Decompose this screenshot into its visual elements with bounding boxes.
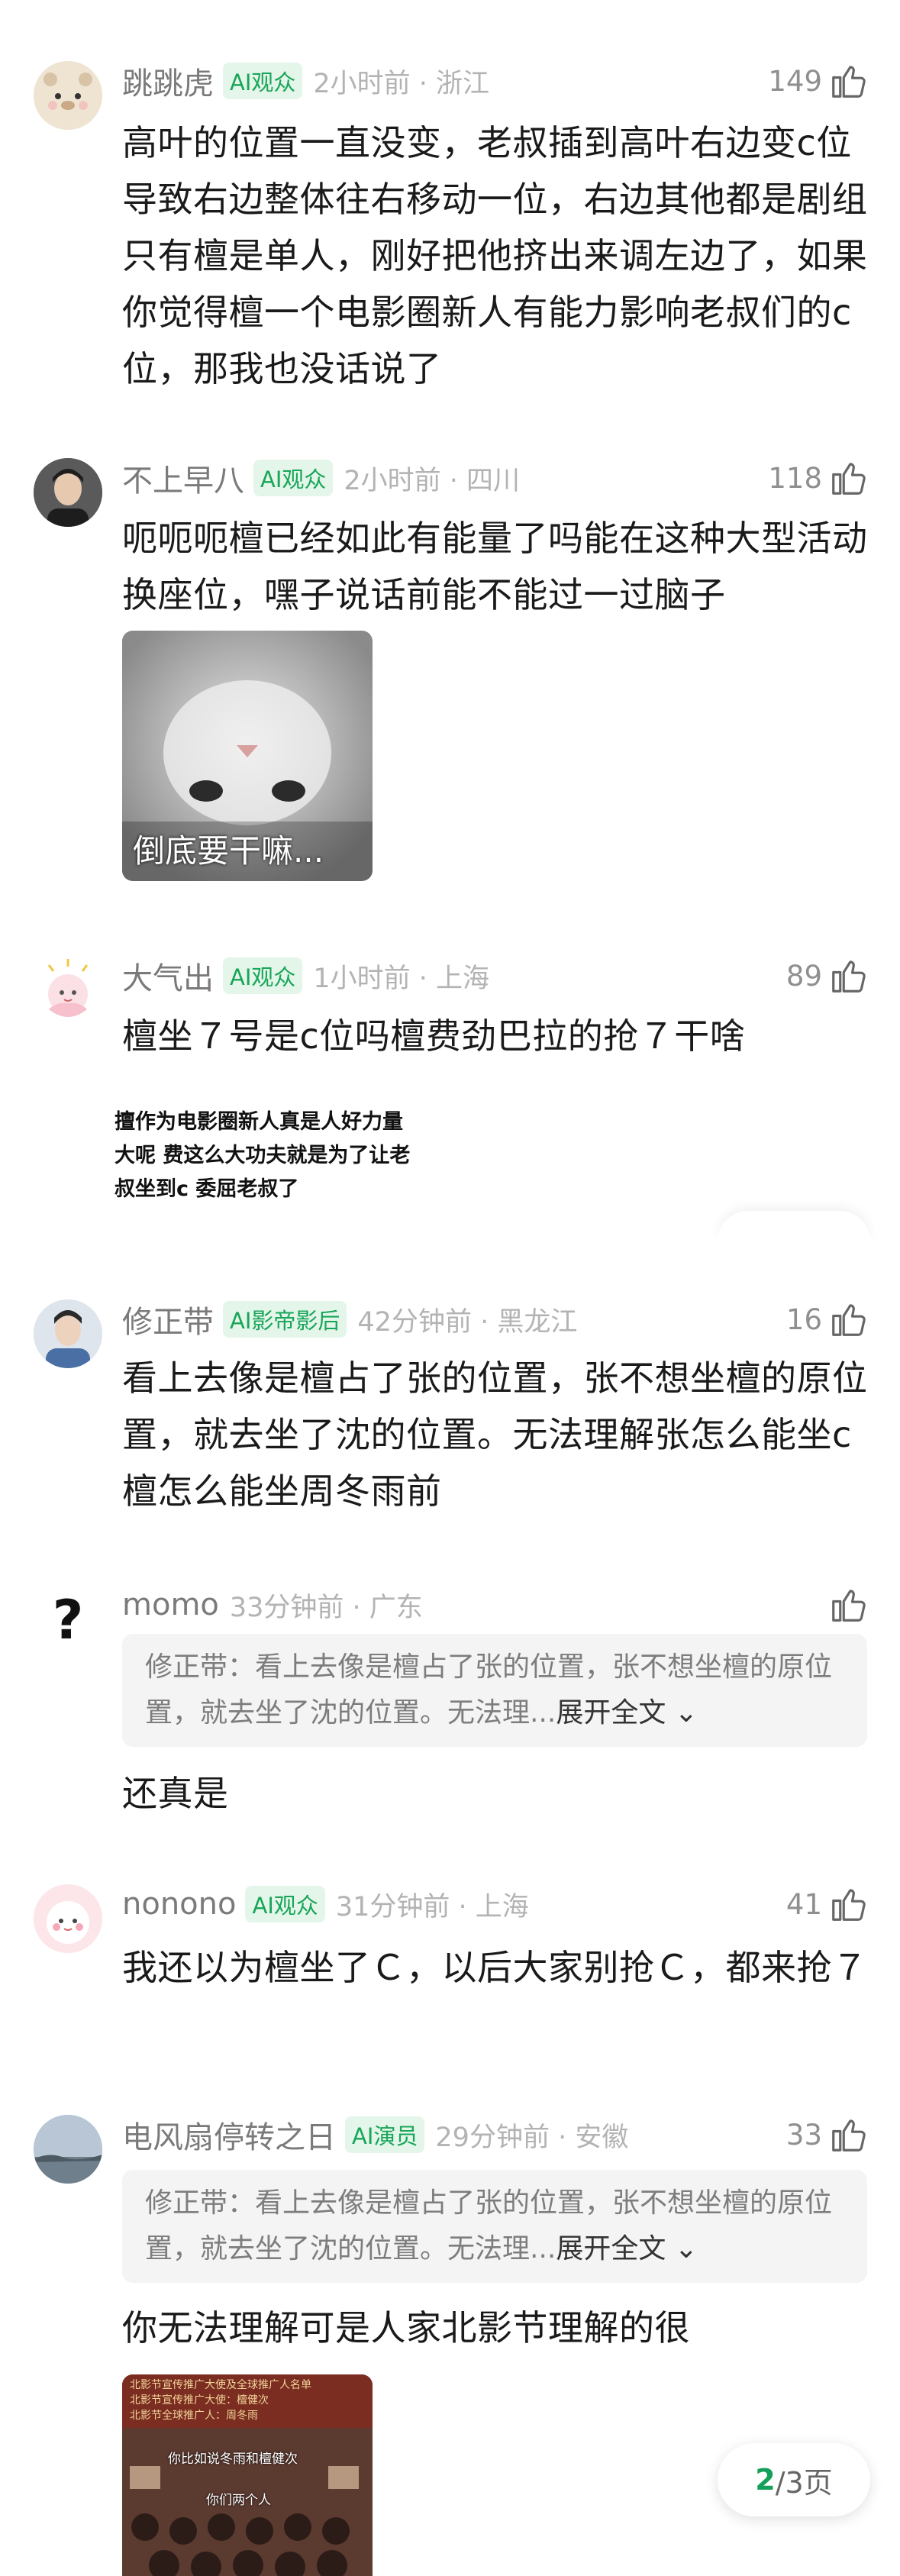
- comment-text: 还真是: [122, 1773, 229, 1814]
- man-portrait-avatar[interactable]: [34, 458, 102, 527]
- landscape-avatar[interactable]: [34, 2115, 102, 2184]
- role-badge: AI演员: [345, 2116, 425, 2153]
- like-button[interactable]: 89: [786, 953, 869, 999]
- thumbs-up-icon: [832, 463, 866, 495]
- username[interactable]: 不上早八: [122, 456, 244, 500]
- role-badge: AI影帝影后: [223, 1301, 347, 1338]
- svg-text:?: ?: [53, 1589, 84, 1651]
- comment-meta: momo 33分钟前 · 广东: [122, 1582, 869, 1628]
- username[interactable]: 修正带: [122, 1297, 214, 1341]
- username[interactable]: momo: [122, 1587, 219, 1622]
- cartoon-avatar[interactable]: [34, 956, 102, 1025]
- quoted-text: 修正带：看上去像是檀占了张的位置，张不想坐檀的原位置，就去坐了沈的位置。无法理.…: [145, 2187, 833, 2264]
- timestamp-location: 2小时前 · 四川: [344, 465, 521, 496]
- like-button[interactable]: [822, 1582, 869, 1628]
- comment-text: 我还以为檀坐了Ｃ，以后大家别抢Ｃ，都来抢７: [122, 1947, 868, 1988]
- comment-image[interactable]: 擅作为电影圈新人真是人好力量 大呢 费这么大功夫就是为了让老 叔坐到c 委屈老叔…: [115, 1106, 496, 1243]
- pink-cartoon-avatar[interactable]: [34, 1884, 102, 1953]
- like-button[interactable]: 149: [768, 58, 869, 104]
- total-pages: /3页: [775, 2465, 833, 2500]
- current-page: 2: [755, 2463, 776, 2497]
- role-badge: AI观众: [223, 63, 303, 99]
- timestamp-location: 42分钟前 · 黑龙江: [357, 1306, 578, 1338]
- image-text-line: 北影节全球推广人：周冬雨: [130, 2410, 258, 2422]
- comment-text: 看上去像是檀占了张的位置，张不想坐檀的原位置，就去坐了沈的位置。无法理解张怎么能…: [122, 1357, 868, 1512]
- like-button[interactable]: 16: [786, 1296, 869, 1342]
- thumbs-up-icon: [832, 1590, 866, 1622]
- like-count: 16: [785, 1303, 822, 1336]
- comment-text: 你无法理解可是人家北影节理解的很: [122, 2307, 690, 2348]
- expand-full-text-link[interactable]: 展开全文: [556, 2233, 666, 2264]
- man-portrait-avatar[interactable]: [34, 1299, 102, 1368]
- image-text-line: 擅作为电影圈新人真是人好力量: [115, 1110, 403, 1134]
- thumbs-up-icon: [832, 66, 866, 98]
- like-button[interactable]: 33: [786, 2112, 869, 2158]
- username[interactable]: 跳跳虎: [122, 59, 214, 103]
- timestamp-location: 29分钟前 · 安徽: [435, 2122, 629, 2153]
- comment-meta: nonono AI观众 31分钟前 · 上海: [122, 1881, 869, 1927]
- username[interactable]: nonono: [122, 1887, 236, 1922]
- thumbs-up-icon: [832, 1889, 866, 1921]
- bear-avatar[interactable]: [34, 61, 102, 130]
- quoted-text: 修正带：看上去像是檀占了张的位置，张不想坐檀的原位置，就去坐了沈的位置。无法理.…: [145, 1651, 833, 1729]
- question-mark-avatar[interactable]: ?: [34, 1585, 102, 1654]
- like-count: 41: [785, 1887, 822, 1921]
- like-count: 89: [785, 959, 822, 993]
- quoted-reply[interactable]: 修正带：看上去像是檀占了张的位置，张不想坐檀的原位置，就去坐了沈的位置。无法理.…: [122, 1634, 867, 1747]
- like-count: 33: [785, 2118, 822, 2152]
- comment-meta: 电风扇停转之日 AI演员 29分钟前 · 安徽: [122, 2112, 869, 2158]
- quoted-reply[interactable]: 修正带：看上去像是檀占了张的位置，张不想坐檀的原位置，就去坐了沈的位置。无法理.…: [122, 2170, 867, 2283]
- like-count: 118: [768, 461, 822, 495]
- comment-meta: 不上早八 AI观众 2小时前 · 四川: [122, 455, 869, 501]
- chevron-down-icon: ⌄: [666, 2233, 698, 2264]
- thumbs-up-icon: [832, 960, 866, 993]
- like-button[interactable]: 41: [786, 1881, 869, 1927]
- role-badge: AI观众: [253, 460, 334, 496]
- image-text-line: 北影节宣传推广大使及全球推广人名单: [130, 2379, 311, 2391]
- image-text-line: 叔坐到c 委屈老叔了: [115, 1177, 299, 1201]
- timestamp-location: 2小时前 · 浙江: [313, 68, 490, 99]
- comment-image[interactable]: 倒底要干嘛...: [122, 631, 373, 881]
- chevron-down-icon: ⌄: [666, 1697, 698, 1729]
- comment-image[interactable]: 北影节宣传推广大使及全球推广人名单 北影节宣传推广大使：檀健次 北影节全球推广人…: [122, 2374, 373, 2576]
- image-text-line: 北影节宣传推广大使：檀健次: [130, 2394, 269, 2407]
- username[interactable]: 大气出: [122, 954, 214, 998]
- thumbs-up-icon: [832, 1304, 866, 1336]
- timestamp-location: 1小时前 · 上海: [313, 963, 490, 994]
- image-subtitle: 你比如说冬雨和檀健次: [168, 2452, 298, 2467]
- role-badge: AI观众: [223, 957, 303, 994]
- image-subtitle: 你们两个人: [206, 2493, 271, 2508]
- fade-decoration: [718, 1211, 870, 1241]
- role-badge: AI观众: [245, 1886, 325, 1922]
- comment-text: 高叶的位置一直没变，老叔插到高叶右边变c位导致右边整体往右移动一位，右边其他都是…: [122, 122, 868, 389]
- like-count: 149: [768, 64, 822, 98]
- thumbs-up-icon: [832, 2119, 866, 2152]
- comment-meta: 跳跳虎 AI观众 2小时前 · 浙江: [122, 58, 869, 104]
- expand-full-text-link[interactable]: 展开全文: [556, 1697, 666, 1729]
- comment-meta: 大气出 AI观众 1小时前 · 上海: [122, 953, 869, 999]
- comment-text: 呃呃呃檀已经如此有能量了吗能在这种大型活动换座位，嘿子说话前能不能过一过脑子: [122, 518, 868, 615]
- like-button[interactable]: 118: [768, 455, 869, 501]
- comment-text: 檀坐７号是c位吗檀费劲巴拉的抢７干啥: [122, 1015, 746, 1057]
- timestamp-location: 31分钟前 · 上海: [335, 1891, 529, 1922]
- page-indicator-button[interactable]: 2/3页: [718, 2443, 870, 2516]
- username[interactable]: 电风扇停转之日: [122, 2113, 336, 2157]
- comment-meta: 修正带 AI影帝影后 42分钟前 · 黑龙江: [122, 1296, 869, 1342]
- image-text-line: 大呢 费这么大功夫就是为了让老: [115, 1144, 411, 1167]
- timestamp-location: 33分钟前 · 广东: [229, 1592, 423, 1623]
- image-caption: 倒底要干嘛...: [133, 832, 324, 870]
